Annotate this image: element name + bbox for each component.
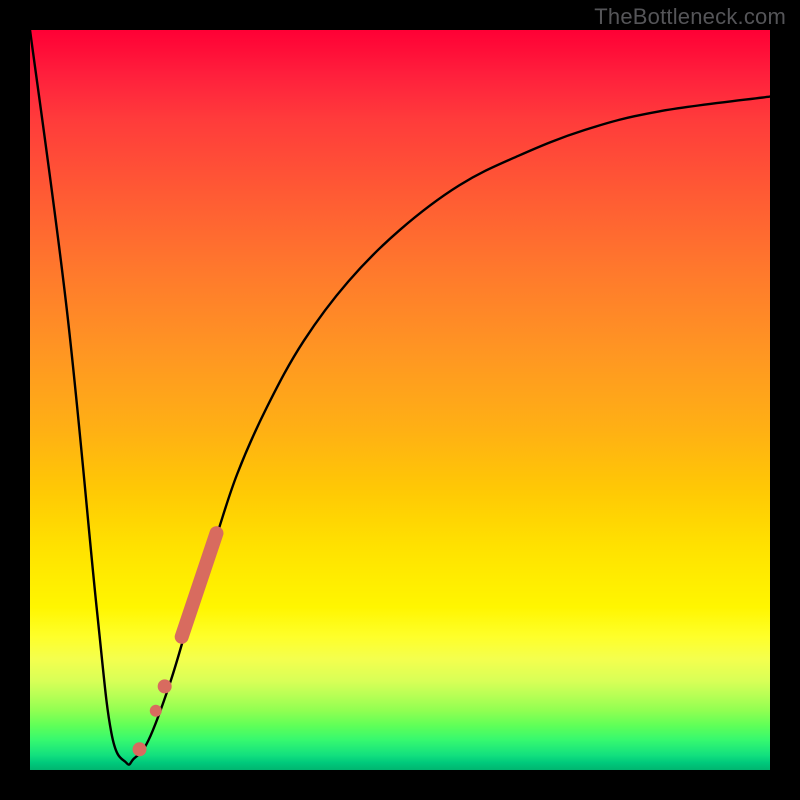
chart-overlay	[30, 30, 770, 770]
highlight-dot-2	[150, 705, 162, 717]
watermark-text: TheBottleneck.com	[594, 4, 786, 30]
bottleneck-curve	[30, 30, 770, 765]
chart-frame: TheBottleneck.com	[0, 0, 800, 800]
highlight-dot-3	[133, 742, 147, 756]
highlight-segment	[182, 533, 217, 637]
highlight-dot-1	[158, 679, 172, 693]
